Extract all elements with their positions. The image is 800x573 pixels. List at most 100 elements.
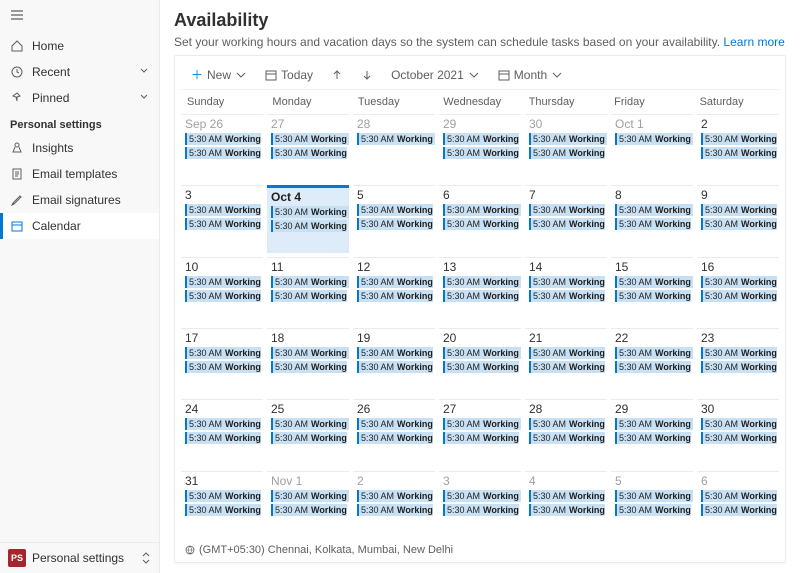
event[interactable]: 5:30 AM Working xyxy=(357,290,433,302)
calendar-cell[interactable]: 265:30 AM Working5:30 AM Working xyxy=(353,399,435,466)
today-button[interactable]: Today xyxy=(261,66,317,84)
calendar-cell[interactable]: 305:30 AM Working5:30 AM Working xyxy=(697,399,779,466)
event[interactable]: 5:30 AM Working xyxy=(271,290,347,302)
event[interactable]: 5:30 AM Working xyxy=(529,147,605,159)
event[interactable]: 5:30 AM Working xyxy=(529,133,607,145)
event[interactable]: 5:30 AM Working xyxy=(271,220,347,232)
calendar-cell[interactable]: 275:30 AM Working5:30 AM Working xyxy=(267,114,349,181)
calendar-cell[interactable]: 225:30 AM Working5:30 AM Working xyxy=(611,328,693,395)
calendar-cell[interactable]: 145:30 AM Working5:30 AM Working xyxy=(525,257,607,324)
event[interactable]: 5:30 AM Working xyxy=(529,361,605,373)
event[interactable]: 5:30 AM Working xyxy=(271,206,349,218)
calendar-cell[interactable]: 255:30 AM Working5:30 AM Working xyxy=(267,399,349,466)
calendar-cell[interactable]: 55:30 AM Working5:30 AM Working xyxy=(353,185,435,252)
event[interactable]: 5:30 AM Working xyxy=(357,276,433,288)
event[interactable]: 5:30 AM Working xyxy=(443,276,521,288)
calendar-cell[interactable]: 135:30 AM Working5:30 AM Working xyxy=(439,257,521,324)
calendar-cell[interactable]: 35:30 AM Working5:30 AM Working xyxy=(181,185,263,252)
calendar-cell[interactable]: 25:30 AM Working5:30 AM Working xyxy=(697,114,779,181)
calendar-cell[interactable]: 125:30 AM Working5:30 AM Working xyxy=(353,257,435,324)
calendar-cell[interactable]: 285:30 AM Working xyxy=(353,114,435,181)
event[interactable]: 5:30 AM Working xyxy=(529,504,605,516)
event[interactable]: 5:30 AM Working xyxy=(185,490,261,502)
event[interactable]: 5:30 AM Working xyxy=(701,133,777,145)
event[interactable]: 5:30 AM Working xyxy=(357,418,433,430)
bottom-bar[interactable]: PS Personal settings xyxy=(0,542,159,573)
event[interactable]: 5:30 AM Working xyxy=(615,418,693,430)
calendar-cell[interactable]: 115:30 AM Working5:30 AM Working xyxy=(267,257,349,324)
calendar-cell[interactable]: 155:30 AM Working5:30 AM Working xyxy=(611,257,693,324)
event[interactable]: 5:30 AM Working xyxy=(529,204,605,216)
event[interactable]: 5:30 AM Working xyxy=(271,133,349,145)
event[interactable]: 5:30 AM Working xyxy=(357,218,433,230)
calendar-cell[interactable]: 75:30 AM Working5:30 AM Working xyxy=(525,185,607,252)
event[interactable]: 5:30 AM Working xyxy=(271,504,347,516)
event[interactable]: 5:30 AM Working xyxy=(357,361,433,373)
calendar-cell[interactable]: 215:30 AM Working5:30 AM Working xyxy=(525,328,607,395)
nav-recent[interactable]: Recent xyxy=(0,59,159,85)
calendar-cell[interactable]: 165:30 AM Working5:30 AM Working xyxy=(697,257,779,324)
nav-email-templates[interactable]: Email templates xyxy=(0,161,159,187)
calendar-cell[interactable]: 65:30 AM Working5:30 AM Working xyxy=(697,471,779,538)
event[interactable]: 5:30 AM Working xyxy=(615,276,693,288)
nav-pinned[interactable]: Pinned xyxy=(0,85,159,111)
calendar-cell[interactable]: Sep 265:30 AM Working5:30 AM Working xyxy=(181,114,263,181)
event[interactable]: 5:30 AM Working xyxy=(185,361,261,373)
calendar-cell[interactable]: 305:30 AM Working5:30 AM Working xyxy=(525,114,607,181)
event[interactable]: 5:30 AM Working xyxy=(357,490,433,502)
event[interactable]: 5:30 AM Working xyxy=(357,204,433,216)
event[interactable]: 5:30 AM Working xyxy=(443,147,519,159)
calendar-cell[interactable]: 195:30 AM Working5:30 AM Working xyxy=(353,328,435,395)
event[interactable]: 5:30 AM Working xyxy=(701,504,777,516)
event[interactable]: 5:30 AM Working xyxy=(443,204,521,216)
calendar-cell[interactable]: 205:30 AM Working5:30 AM Working xyxy=(439,328,521,395)
event[interactable]: 5:30 AM Working xyxy=(357,347,433,359)
event[interactable]: 5:30 AM Working xyxy=(615,133,693,145)
event[interactable]: 5:30 AM Working xyxy=(443,133,519,145)
event[interactable]: 5:30 AM Working xyxy=(701,218,777,230)
calendar-cell[interactable]: 295:30 AM Working5:30 AM Working xyxy=(439,114,521,181)
event[interactable]: 5:30 AM Working xyxy=(443,218,519,230)
event[interactable]: 5:30 AM Working xyxy=(185,218,261,230)
calendar-cell[interactable]: 45:30 AM Working5:30 AM Working xyxy=(525,471,607,538)
event[interactable]: 5:30 AM Working xyxy=(701,347,777,359)
event[interactable]: 5:30 AM Working xyxy=(443,418,521,430)
event[interactable]: 5:30 AM Working xyxy=(185,147,261,159)
calendar-cell[interactable]: Nov 15:30 AM Working5:30 AM Working xyxy=(267,471,349,538)
event[interactable]: 5:30 AM Working xyxy=(529,218,605,230)
event[interactable]: 5:30 AM Working xyxy=(701,276,777,288)
calendar-cell[interactable]: 185:30 AM Working5:30 AM Working xyxy=(267,328,349,395)
event[interactable]: 5:30 AM Working xyxy=(615,490,693,502)
view-picker[interactable]: Month xyxy=(494,66,567,84)
event[interactable]: 5:30 AM Working xyxy=(529,418,605,430)
calendar-cell[interactable]: 105:30 AM Working5:30 AM Working xyxy=(181,257,263,324)
calendar-cell[interactable]: 295:30 AM Working5:30 AM Working xyxy=(611,399,693,466)
event[interactable]: 5:30 AM Working xyxy=(185,290,261,302)
event[interactable]: 5:30 AM Working xyxy=(443,290,519,302)
event[interactable]: 5:30 AM Working xyxy=(529,290,605,302)
event[interactable]: 5:30 AM Working xyxy=(443,347,521,359)
event[interactable]: 5:30 AM Working xyxy=(529,432,605,444)
event[interactable]: 5:30 AM Working xyxy=(357,432,433,444)
event[interactable]: 5:30 AM Working xyxy=(615,361,691,373)
event[interactable]: 5:30 AM Working xyxy=(615,204,693,216)
event[interactable]: 5:30 AM Working xyxy=(615,504,691,516)
event[interactable]: 5:30 AM Working xyxy=(271,361,347,373)
calendar-cell[interactable]: 235:30 AM Working5:30 AM Working xyxy=(697,328,779,395)
event[interactable]: 5:30 AM Working xyxy=(185,133,261,145)
event[interactable]: 5:30 AM Working xyxy=(615,290,691,302)
event[interactable]: 5:30 AM Working xyxy=(185,504,261,516)
calendar-cell[interactable]: 55:30 AM Working5:30 AM Working xyxy=(611,471,693,538)
calendar-cell[interactable]: Oct 45:30 AM Working5:30 AM Working xyxy=(267,185,349,252)
calendar-cell[interactable]: 65:30 AM Working5:30 AM Working xyxy=(439,185,521,252)
event[interactable]: 5:30 AM Working xyxy=(271,432,347,444)
event[interactable]: 5:30 AM Working xyxy=(357,504,433,516)
nav-calendar[interactable]: Calendar xyxy=(0,213,159,239)
calendar-cell[interactable]: 285:30 AM Working5:30 AM Working xyxy=(525,399,607,466)
event[interactable]: 5:30 AM Working xyxy=(271,490,349,502)
event[interactable]: 5:30 AM Working xyxy=(185,347,261,359)
calendar-cell[interactable]: 95:30 AM Working5:30 AM Working xyxy=(697,185,779,252)
event[interactable]: 5:30 AM Working xyxy=(271,147,347,159)
event[interactable]: 5:30 AM Working xyxy=(529,490,605,502)
event[interactable]: 5:30 AM Working xyxy=(271,347,349,359)
